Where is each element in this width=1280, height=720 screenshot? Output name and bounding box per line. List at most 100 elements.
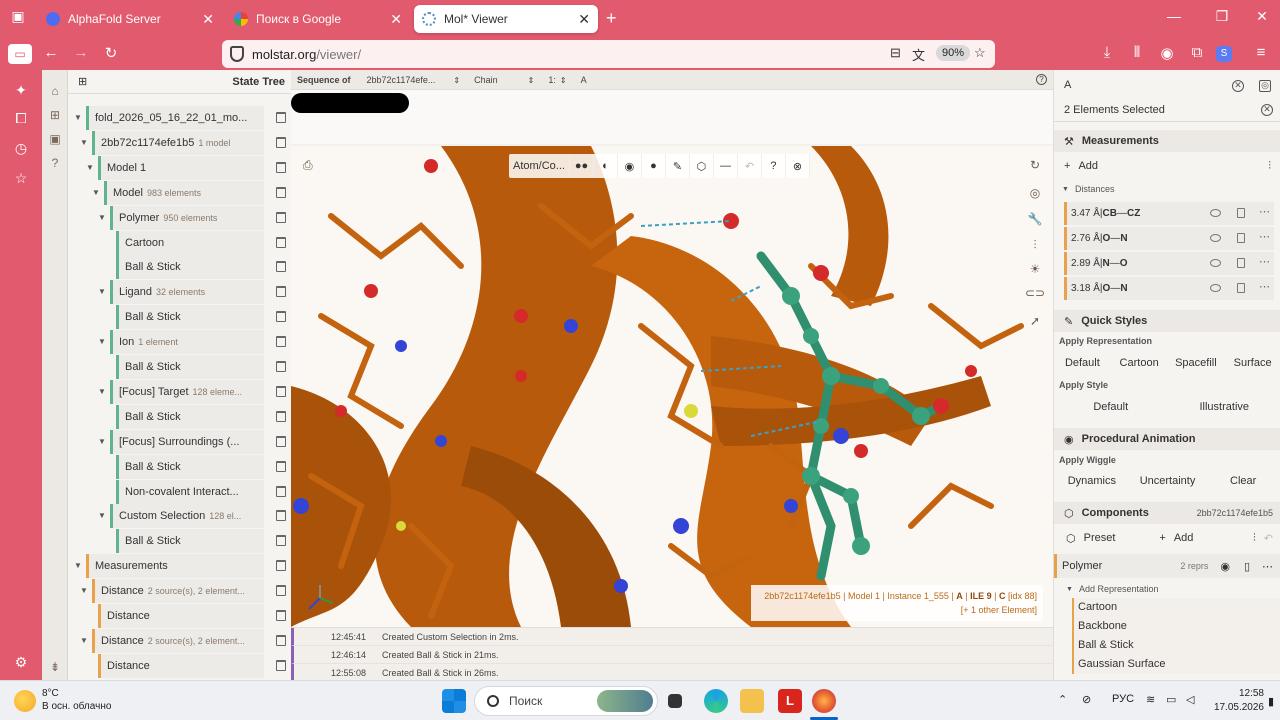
wiggle-button[interactable]: Dynamics <box>1054 470 1130 492</box>
more-icon[interactable]: ⋯ <box>1262 560 1273 573</box>
snapshot-icon[interactable]: ◎ <box>1025 186 1045 200</box>
menu-icon[interactable]: ≡ <box>1250 44 1272 61</box>
measurements-header[interactable]: ⚒ Measurements <box>1054 130 1280 152</box>
add-component-button[interactable]: Add <box>1174 532 1194 544</box>
sidebar-toggle-icon[interactable]: ▭ <box>8 44 32 64</box>
cursor-icon[interactable]: ➚ <box>1025 314 1045 328</box>
chain-select[interactable]: A <box>581 75 587 85</box>
tree-row[interactable]: Cartoon <box>68 230 291 255</box>
remove-icon[interactable]: — <box>714 154 738 178</box>
apply-style-button[interactable]: Default <box>1054 396 1168 418</box>
distances-group[interactable]: ▼ Distances <box>1054 180 1280 198</box>
eye-icon[interactable] <box>1210 259 1221 267</box>
wiggle-button[interactable]: Uncertainty <box>1130 470 1206 492</box>
more-icon[interactable]: ⋯ <box>1259 255 1270 268</box>
sidebar-settings-icon[interactable]: ⚙ <box>11 654 31 671</box>
start-button[interactable] <box>442 689 466 713</box>
tree-row[interactable]: ▼ 2bb72c1174efe1b5 1 model <box>68 130 291 155</box>
tree-node[interactable]: Measurements <box>86 554 264 579</box>
trash-icon[interactable] <box>1237 258 1245 268</box>
network-off-icon[interactable]: ⊘ <box>1082 693 1091 706</box>
wifi-icon[interactable]: ≋ <box>1146 693 1155 706</box>
more-icon[interactable]: ⋯ <box>1259 230 1270 243</box>
vr-icon[interactable]: ⊂⊃ <box>1025 286 1045 300</box>
tree-row[interactable]: ▼ [Focus] Target 128 eleme... <box>68 379 291 404</box>
input-language[interactable]: РУС <box>1112 693 1134 705</box>
tree-row[interactable]: ▼ Measurements <box>68 554 291 579</box>
caret-down-icon[interactable]: ▼ <box>92 188 100 197</box>
close-tab-icon[interactable]: ✕ <box>390 11 402 28</box>
caret-down-icon[interactable]: ▼ <box>98 337 106 346</box>
downloads-icon[interactable]: ⤓ <box>1096 44 1118 61</box>
restore-icon[interactable]: ❐ <box>1212 8 1232 25</box>
tree-row[interactable]: Distance <box>68 604 291 628</box>
clear-query-icon[interactable]: ✕ <box>1232 80 1244 92</box>
tree-row[interactable]: ▼ Model 1 <box>68 155 291 180</box>
trash-icon[interactable] <box>276 261 286 273</box>
tree-node[interactable]: [Focus] Target 128 eleme... <box>110 379 264 404</box>
light-icon[interactable]: ☀ <box>1025 262 1045 276</box>
bookmarks-icon[interactable]: ☆ <box>11 170 31 187</box>
trash-icon[interactable]: ▯ <box>1244 560 1250 573</box>
apply-representation-button[interactable]: Cartoon <box>1111 352 1168 374</box>
close-tab-icon[interactable]: ✕ <box>202 11 214 28</box>
tree-row[interactable]: ▼ Model 983 elements <box>68 180 291 205</box>
trash-icon[interactable] <box>276 610 286 621</box>
more-icon[interactable]: ⋯ <box>1259 205 1270 218</box>
apply-representation-button[interactable]: Spacefill <box>1168 352 1225 374</box>
tree-node[interactable]: Custom Selection 128 el... <box>110 504 264 529</box>
reset-camera-icon[interactable]: ↻ <box>1025 158 1045 172</box>
tree-node[interactable]: Ball & Stick <box>116 404 264 429</box>
quick-styles-header[interactable]: ✎ Quick Styles <box>1054 310 1280 332</box>
tree-node[interactable]: Ball & Stick <box>116 454 264 479</box>
distance-item[interactable]: 2.76 Å | O — N ⋯ <box>1064 227 1274 250</box>
tree-node[interactable]: Model 983 elements <box>104 180 264 205</box>
model-select[interactable]: 1: ⇕ <box>548 75 566 85</box>
trash-icon[interactable] <box>276 311 286 323</box>
clear-selection-icon[interactable]: ✕ <box>1261 104 1273 116</box>
select-none-icon[interactable]: ◐ <box>594 154 618 178</box>
weather-widget[interactable]: 8°C В осн. облачно <box>14 687 111 713</box>
entity-select[interactable]: 2bb72c1174efe... ⇕ <box>367 75 461 85</box>
caret-down-icon[interactable]: ▼ <box>86 163 94 172</box>
tab-alphafold[interactable]: AlphaFold Server ✕ <box>38 5 222 33</box>
tab-molstar[interactable]: Mol* Viewer ✕ <box>414 5 598 33</box>
edge-browser-icon[interactable] <box>704 689 728 713</box>
tree-node[interactable]: Ball & Stick <box>116 529 264 554</box>
reader-view-icon[interactable]: ⊟ <box>890 45 901 61</box>
state-tree-icon[interactable]: ⊞ <box>47 108 63 122</box>
address-bar[interactable]: molstar.org/viewer/ ⊟ 文 90% ☆ <box>222 40 995 68</box>
close-circle-icon[interactable]: ⊗ <box>786 154 810 178</box>
back-icon[interactable]: ← <box>40 44 62 61</box>
trash-icon[interactable] <box>276 485 286 497</box>
trash-icon[interactable] <box>276 560 286 572</box>
tree-row[interactable]: Ball & Stick <box>68 454 291 479</box>
file-explorer-icon[interactable] <box>740 689 764 713</box>
trash-icon[interactable] <box>276 336 286 348</box>
trash-icon[interactable] <box>1237 233 1245 243</box>
caret-down-icon[interactable]: ▼ <box>98 213 106 222</box>
tree-node[interactable]: Distance 2 source(s), 2 element... <box>92 579 264 604</box>
cube-icon[interactable]: ⬡ <box>690 154 714 178</box>
trash-icon[interactable] <box>276 361 286 372</box>
help-circle-icon[interactable]: ? <box>762 154 786 178</box>
close-tab-icon[interactable]: ✕ <box>578 11 590 28</box>
tree-row[interactable]: ▼ Distance 2 source(s), 2 element... <box>68 628 291 653</box>
firefox-icon[interactable] <box>812 689 836 713</box>
synced-tabs-icon[interactable]: ⧠ <box>11 110 31 127</box>
apply-style-button[interactable]: Illustrative <box>1168 396 1280 418</box>
procedural-animation-header[interactable]: ◉ Procedural Animation <box>1054 428 1280 450</box>
forward-icon[interactable]: → <box>70 44 92 61</box>
tray-overflow-icon[interactable]: ⌃ <box>1058 693 1067 706</box>
caret-down-icon[interactable]: ▼ <box>80 586 88 595</box>
apply-representation-button[interactable]: Default <box>1054 352 1111 374</box>
account-icon[interactable]: ◉ <box>1156 44 1178 62</box>
caret-down-icon[interactable]: ▼ <box>98 511 106 520</box>
trash-icon[interactable] <box>276 112 286 123</box>
caret-down-icon[interactable]: ▼ <box>98 437 106 446</box>
bookmark-star-icon[interactable]: ☆ <box>974 45 986 61</box>
extensions-icon[interactable]: ⧉ <box>1186 44 1208 61</box>
system-clock[interactable]: 12:58 17.05.2026 <box>1204 687 1264 715</box>
caret-down-icon[interactable]: ▼ <box>98 287 106 296</box>
tree-node[interactable]: Ball & Stick <box>116 305 264 330</box>
